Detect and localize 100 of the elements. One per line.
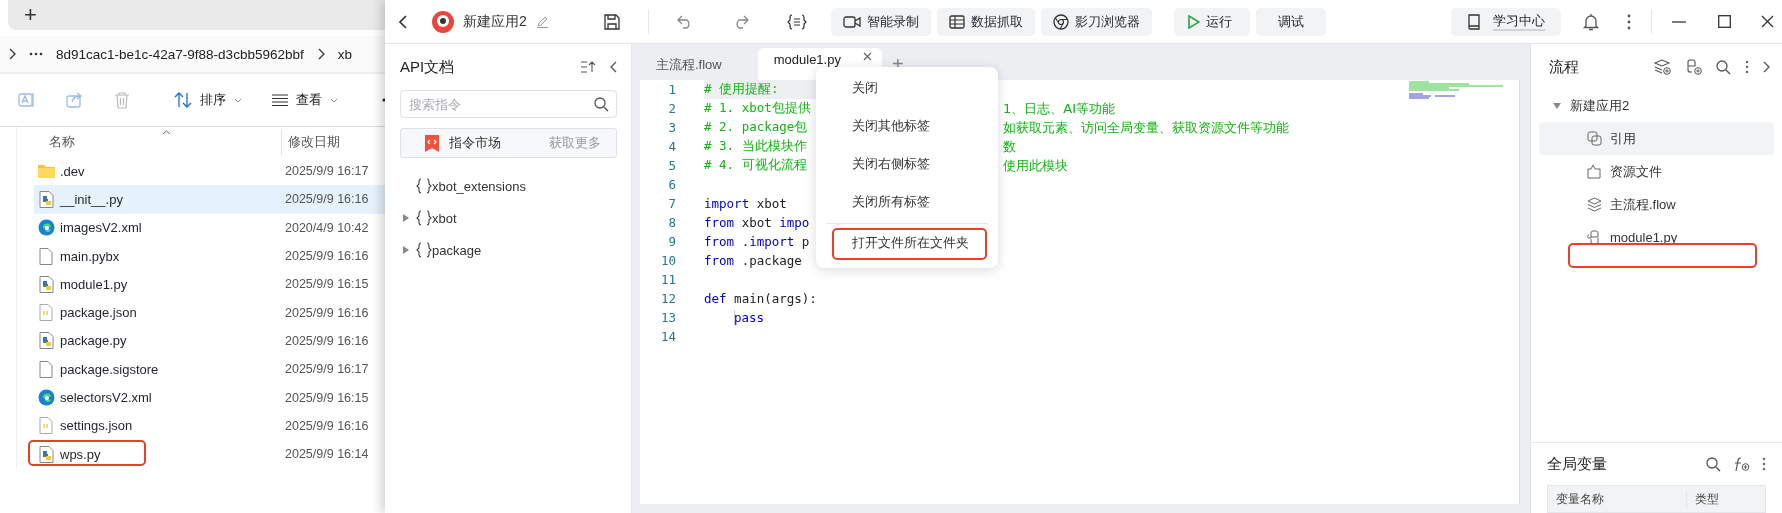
file-row[interactable]: imagesV2.xml 2020/4/9 10:42 bbox=[34, 213, 385, 242]
code-text: from .import p bbox=[704, 234, 810, 249]
file-row[interactable]: module1.py 2025/9/9 16:15 bbox=[34, 270, 385, 299]
tool-button[interactable]: 数据抓取 bbox=[936, 7, 1035, 36]
expand-caret-icon[interactable] bbox=[403, 214, 409, 222]
file-row[interactable]: package.sigstore 2025/9/9 16:17 bbox=[34, 355, 385, 384]
video-camera-icon bbox=[842, 14, 861, 29]
column-header[interactable]: 名称 bbox=[49, 133, 281, 151]
tree-item[interactable]: 主流程.flow bbox=[1539, 188, 1774, 221]
line-number: 9 bbox=[667, 234, 676, 249]
sort-icon[interactable] bbox=[581, 61, 596, 73]
file-row[interactable]: __init__.py 2025/9/9 16:16 bbox=[34, 185, 385, 214]
file-date: 2025/9/9 16:16 bbox=[285, 305, 369, 320]
tree-item[interactable]: module1.py bbox=[1539, 221, 1774, 254]
file-row[interactable]: settings.json 2025/9/9 16:16 bbox=[34, 411, 385, 440]
more-icon[interactable] bbox=[1762, 457, 1766, 471]
line-number: 5 bbox=[667, 158, 676, 173]
undo-icon[interactable] bbox=[676, 14, 693, 29]
line-number: 10 bbox=[659, 253, 676, 268]
search-icon[interactable] bbox=[1716, 59, 1731, 75]
api-tree-item[interactable]: xbot bbox=[400, 202, 617, 234]
tool-button[interactable]: 智能录制 bbox=[830, 7, 931, 36]
braces-icon[interactable] bbox=[786, 13, 807, 30]
code-text: from .package bbox=[704, 253, 802, 268]
more-icon[interactable] bbox=[1627, 13, 1631, 30]
layers-add-icon[interactable] bbox=[1654, 59, 1671, 75]
function-add-icon[interactable] bbox=[1733, 456, 1750, 472]
column-header: 类型 bbox=[1694, 490, 1719, 508]
back-icon[interactable] bbox=[399, 14, 408, 29]
line-number: 14 bbox=[659, 329, 676, 344]
folder-icon bbox=[37, 164, 55, 179]
python-file-icon bbox=[38, 445, 54, 463]
table-icon bbox=[948, 14, 965, 29]
tree-item[interactable]: 引用 bbox=[1539, 122, 1774, 155]
new-tab-button[interactable]: + bbox=[24, 2, 37, 28]
tool-button[interactable]: 影刀浏览器 bbox=[1040, 7, 1152, 36]
browser-icon bbox=[1052, 13, 1069, 30]
learning-center-button[interactable]: 学习中心 bbox=[1451, 7, 1561, 36]
file-date: 2025/9/9 16:17 bbox=[285, 164, 369, 179]
maximize-icon[interactable] bbox=[1718, 15, 1731, 28]
file-row[interactable]: package.py 2025/9/9 16:16 bbox=[34, 326, 385, 356]
line-number: 1 bbox=[667, 82, 676, 97]
python-file-icon bbox=[38, 190, 54, 208]
file-date: 2025/9/9 16:16 bbox=[285, 418, 369, 433]
json-file-icon bbox=[39, 304, 53, 322]
save-icon[interactable] bbox=[603, 13, 620, 30]
code-text: def main(args): bbox=[704, 291, 817, 306]
collapse-icon[interactable] bbox=[610, 61, 617, 73]
file-row[interactable]: package.json 2025/9/9 16:16 bbox=[34, 298, 385, 327]
editor-tab[interactable]: 主流程.flow bbox=[640, 50, 740, 80]
api-tree-item[interactable]: package bbox=[400, 234, 617, 266]
chevron-right-icon[interactable] bbox=[316, 48, 325, 60]
file-row[interactable]: .dev 2025/9/9 16:17 bbox=[34, 157, 385, 186]
view-button[interactable]: 查看 bbox=[272, 91, 338, 109]
run-button[interactable]: 运行 bbox=[1173, 7, 1250, 36]
caret-icon bbox=[1553, 103, 1561, 109]
api-tree-item[interactable]: xbot_extensions bbox=[400, 170, 617, 202]
path-segment[interactable]: xb bbox=[337, 46, 352, 62]
sort-caret-icon bbox=[162, 130, 171, 135]
close-icon[interactable] bbox=[862, 52, 872, 61]
path-segment[interactable]: 8d91cac1-be1c-42a7-9f88-d3cbb5962bbf bbox=[56, 46, 304, 62]
bell-icon[interactable] bbox=[1583, 12, 1599, 31]
braces-icon bbox=[416, 178, 432, 194]
expand-caret-icon[interactable] bbox=[403, 246, 409, 254]
search-field[interactable]: 搜索指令 bbox=[400, 90, 617, 118]
more-icon[interactable] bbox=[1745, 60, 1749, 74]
menu-item[interactable]: 关闭其他标签 bbox=[816, 107, 998, 145]
menu-item[interactable]: 打开文件所在文件夹 bbox=[816, 224, 998, 262]
line-number: 11 bbox=[659, 272, 676, 287]
pencil-icon[interactable] bbox=[535, 15, 549, 28]
file-row[interactable]: main.pybx 2025/9/9 16:16 bbox=[34, 241, 385, 271]
panel-title: API文档 bbox=[400, 57, 455, 77]
braces-icon bbox=[416, 242, 432, 258]
caret-icon bbox=[234, 97, 242, 103]
close-icon[interactable] bbox=[1761, 15, 1774, 28]
search-icon[interactable] bbox=[594, 97, 609, 112]
code-text: # 1. xbot包提供 bbox=[704, 100, 811, 117]
file-date: 2025/9/9 16:16 bbox=[285, 249, 369, 264]
tree-item[interactable]: 资源文件 bbox=[1539, 155, 1774, 188]
book-icon bbox=[1467, 13, 1481, 30]
code-text: from xbot impo bbox=[704, 215, 810, 230]
line-number: 3 bbox=[667, 120, 676, 135]
debug-button[interactable]: 调试 bbox=[1255, 7, 1326, 36]
file-row[interactable]: wps.py 2025/9/9 16:14 bbox=[34, 439, 385, 469]
search-icon[interactable] bbox=[1706, 456, 1721, 472]
column-header[interactable]: 修改日期 bbox=[288, 133, 340, 151]
minimize-icon[interactable] bbox=[1672, 20, 1686, 23]
tree-item[interactable]: 新建应用2 bbox=[1539, 90, 1774, 122]
menu-item[interactable]: 关闭右侧标签 bbox=[816, 145, 998, 183]
more-icon[interactable] bbox=[29, 52, 43, 56]
sort-button[interactable]: 排序 bbox=[174, 91, 242, 109]
market-bar[interactable]: 指令市场 获取更多 bbox=[400, 128, 617, 158]
play-icon bbox=[1187, 14, 1200, 29]
chevron-right-icon[interactable] bbox=[8, 48, 16, 60]
menu-item[interactable]: 关闭所有标签 bbox=[816, 183, 998, 221]
expand-panel-icon[interactable] bbox=[1763, 61, 1770, 73]
code-text: 使用此模块 bbox=[1003, 156, 1068, 175]
file-row[interactable]: selectorsV2.xml 2025/9/9 16:15 bbox=[34, 383, 385, 412]
file-date: 2025/9/9 16:17 bbox=[285, 362, 369, 377]
code-text: # 3. 当此模块作 bbox=[704, 138, 807, 155]
